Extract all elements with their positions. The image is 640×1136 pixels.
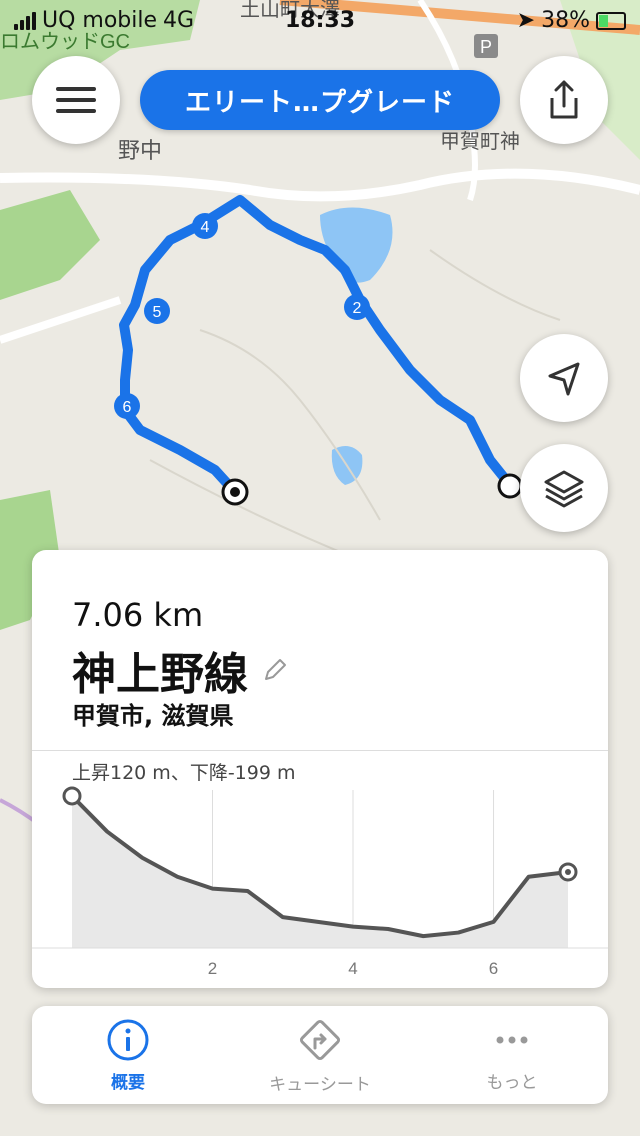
upgrade-button[interactable]: エリート…プグレード bbox=[140, 70, 500, 130]
edit-pencil-icon[interactable] bbox=[262, 657, 288, 683]
route-distance: 7.06 km bbox=[72, 596, 204, 634]
navigation-arrow-icon bbox=[548, 362, 580, 396]
share-button[interactable] bbox=[520, 56, 608, 144]
map-label-nonaka: 野中 bbox=[118, 138, 162, 163]
tab-overview[interactable]: 概要 bbox=[32, 1006, 224, 1104]
info-icon bbox=[107, 1019, 149, 1060]
route-name: 神上野線 bbox=[72, 649, 248, 700]
tab-more[interactable]: もっと bbox=[416, 1006, 608, 1104]
route-start-marker bbox=[497, 473, 523, 499]
waypoint-4-label: 4 bbox=[201, 219, 210, 236]
share-icon bbox=[550, 80, 578, 119]
divider bbox=[32, 750, 608, 751]
tab-more-label: もっと bbox=[486, 1072, 538, 1093]
elevation-chart[interactable]: 2 4 6 bbox=[32, 770, 608, 988]
menu-button[interactable] bbox=[32, 56, 120, 144]
waypoint-marker: 6 bbox=[114, 393, 140, 419]
map-label-koka: 甲賀町神 bbox=[440, 130, 520, 153]
svg-text:P: P bbox=[480, 37, 492, 57]
tab-overview-label: 概要 bbox=[111, 1072, 145, 1093]
status-bar: UQ mobile 4G 18:33 ➤ 38% bbox=[0, 0, 640, 40]
layers-button[interactable] bbox=[520, 444, 608, 532]
battery-percent: 38% bbox=[541, 8, 590, 33]
waypoint-6-label: 6 bbox=[123, 399, 132, 416]
tab-cue-sheet[interactable]: キューシート bbox=[224, 1006, 416, 1104]
profile-start-marker bbox=[62, 786, 82, 806]
route-location: 甲賀市, 滋賀県 bbox=[72, 702, 234, 730]
turn-right-icon bbox=[299, 1019, 341, 1060]
x-tick-label: 6 bbox=[489, 959, 498, 978]
route-summary-card: 7.06 km 神上野線 甲賀市, 滋賀県 上昇120 m、下降-199 m 2… bbox=[32, 550, 608, 988]
waypoint-marker: 5 bbox=[144, 298, 170, 324]
waypoint-5-label: 5 bbox=[153, 304, 162, 321]
x-tick-label: 2 bbox=[208, 959, 217, 978]
waypoint-marker: 4 bbox=[192, 213, 218, 239]
route-end-marker bbox=[221, 478, 249, 506]
battery-icon bbox=[596, 11, 626, 30]
layers-icon bbox=[544, 470, 584, 508]
location-arrow-icon: ➤ bbox=[516, 8, 536, 33]
hamburger-icon bbox=[56, 87, 96, 113]
waypoint-2-label: 2 bbox=[353, 300, 362, 317]
bottom-tab-bar: 概要 キューシート もっと bbox=[32, 1006, 608, 1104]
waypoint-marker: 2 bbox=[344, 294, 370, 320]
profile-end-dot bbox=[565, 868, 571, 875]
more-icon bbox=[496, 1036, 528, 1043]
x-tick-label: 4 bbox=[348, 959, 357, 978]
tab-cue-sheet-label: キューシート bbox=[269, 1074, 371, 1095]
locate-button[interactable] bbox=[520, 334, 608, 422]
